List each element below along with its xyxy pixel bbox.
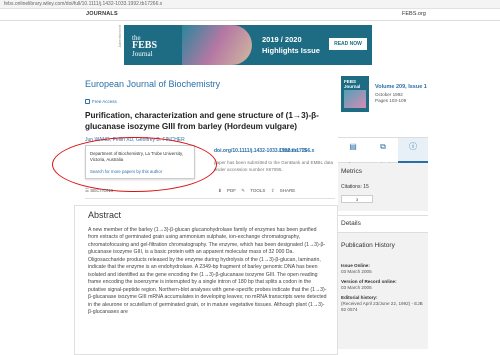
share-label: SHARE: [279, 188, 296, 193]
tools-label: TOOLS: [250, 188, 266, 193]
ad-artwork: [182, 25, 252, 65]
ad-brand-bottom: Journal: [132, 50, 153, 58]
free-access-badge: Free Access: [85, 99, 117, 104]
issue-online-label: Issue Online:: [341, 263, 370, 268]
site-nav: JOURNALS FEBS.org: [0, 9, 500, 21]
tab-reference[interactable]: ▤ Reference: [338, 138, 368, 167]
details-panel[interactable]: Details: [338, 215, 428, 233]
citations-count[interactable]: Citations: 15: [279, 148, 307, 154]
metrics-heading: Metrics: [341, 168, 362, 175]
vor-label: Version of Record online:: [341, 279, 397, 284]
ad-brand: the FEBS Journal: [132, 34, 157, 58]
details-heading: Details: [341, 220, 361, 227]
abstract-text: A new member of the barley (1→3)-β-gluca…: [88, 227, 327, 315]
share-button[interactable]: ⇪ SHARE: [271, 188, 296, 193]
tab-information[interactable]: ⓘ Information: [398, 138, 428, 167]
journals-menu[interactable]: JOURNALS: [86, 11, 118, 17]
cover-art: [344, 90, 366, 108]
publication-history-panel: Publication History Issue Online: 03 Mar…: [338, 233, 428, 349]
pdf-button[interactable]: ⬇ PDF: [218, 188, 236, 193]
ad-brand-main: FEBS: [132, 40, 158, 51]
ad-line2: Highlights Issue: [262, 46, 320, 55]
editorial-label: Editorial history:: [341, 295, 378, 300]
browser-bar: febs.onlinelibrary.wiley.com/doi/full/10…: [0, 0, 500, 9]
free-access-label: Free Access: [92, 99, 117, 104]
related-icon: ⧉: [380, 142, 386, 151]
altmetric-badge[interactable]: 3: [341, 195, 373, 203]
journal-title[interactable]: European Journal of Biochemistry: [85, 79, 220, 89]
article-title: Purification, characterization and gene …: [85, 111, 319, 131]
volume-link[interactable]: Volume 209, Issue 1: [375, 84, 427, 90]
volume-date: October 1992: [375, 92, 403, 97]
volume-pages: Pages 103-109: [375, 98, 407, 103]
divider: [85, 198, 335, 199]
ad-read-now-button[interactable]: READ NOW: [329, 38, 367, 50]
unlock-icon: [85, 99, 90, 104]
article-tools: ⬇ PDF ✎ TOOLS ⇪ SHARE: [218, 188, 295, 194]
ad-banner[interactable]: the FEBS Journal 2019 / 2020 Highlights …: [124, 25, 372, 65]
sections-label: SECTIONS: [90, 188, 114, 193]
tools-button[interactable]: ✎ TOOLS: [241, 188, 265, 193]
pub-heading: Publication History: [341, 242, 395, 249]
ad-line1: 2019 / 2020: [262, 35, 302, 44]
issue-online-date: 03 March 2005: [341, 269, 372, 274]
vor-date: 03 March 2005: [341, 285, 372, 290]
cover-title: FEBS Journal: [344, 79, 361, 89]
ad-label: Advertisement: [118, 25, 122, 48]
information-icon: ⓘ: [409, 142, 417, 151]
sections-button[interactable]: ☰ SECTIONS: [85, 188, 113, 194]
reference-icon: ▤: [349, 142, 357, 151]
metrics-citations[interactable]: Citations: 15: [341, 184, 369, 190]
tab-related[interactable]: ⧉ Related: [368, 138, 398, 167]
annotation-circle: [52, 137, 217, 192]
sidebar-tabs: ▤ Reference ⧉ Related ⓘ Information: [338, 137, 428, 167]
abstract-heading: Abstract: [88, 210, 122, 220]
address-url[interactable]: febs.onlinelibrary.wiley.com/doi/full/10…: [4, 1, 162, 7]
metrics-panel: Metrics Citations: 15 3: [338, 163, 428, 211]
accession-note: paper has been submitted to the GenBank …: [214, 160, 334, 172]
editorial-history: (Received April 23/June 22, 1992) - EJB …: [341, 301, 423, 312]
journal-cover[interactable]: FEBS Journal: [341, 76, 369, 112]
pdf-label: PDF: [227, 188, 237, 193]
febs-org-link[interactable]: FEBS.org: [402, 11, 426, 17]
